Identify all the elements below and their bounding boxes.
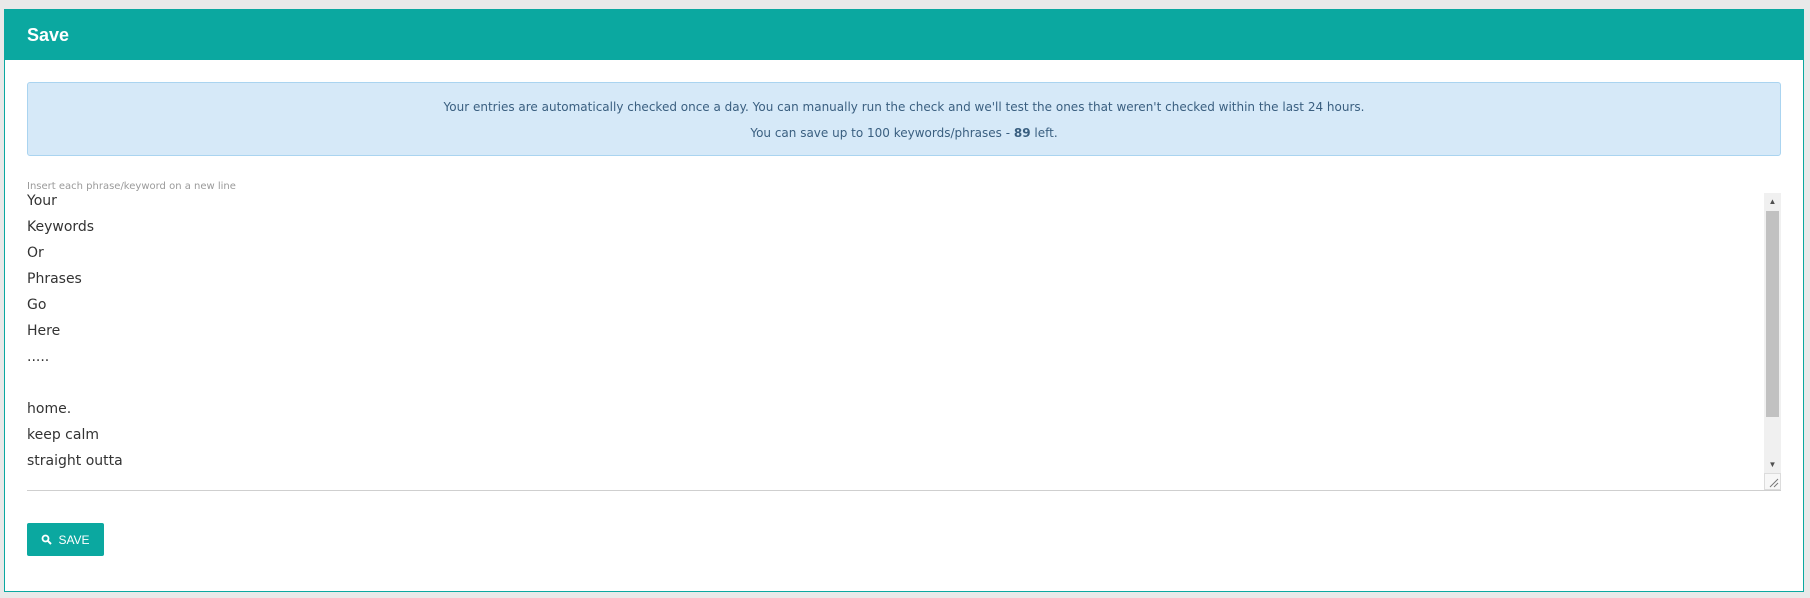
textarea-hint: Insert each phrase/keyword on a new line (27, 181, 236, 192)
panel-title: Save (27, 24, 70, 45)
textarea-line[interactable] (27, 375, 1763, 401)
textarea-line[interactable]: Go (27, 297, 1763, 323)
search-icon (41, 534, 53, 545)
remaining-count: 89 (1013, 126, 1031, 140)
panel-body: Your entries are automatically checked o… (5, 60, 1803, 556)
info-alert: Your entries are automatically checked o… (27, 82, 1781, 156)
save-button[interactable]: SAVE (27, 523, 104, 556)
textarea-line[interactable]: straight outta (27, 453, 1763, 479)
alert-limit-text: You can save up to 100 keywords/phrases … (750, 126, 1014, 140)
scroll-thumb[interactable] (1766, 211, 1779, 417)
textarea-line[interactable]: Your (27, 193, 1763, 219)
resize-grip-icon[interactable] (1764, 473, 1781, 490)
textarea-line[interactable]: keep calm (27, 427, 1763, 453)
alert-line-2: You can save up to 100 keywords/phrases … (28, 126, 1780, 140)
save-panel: Save Your entries are automatically chec… (4, 9, 1804, 592)
scroll-down-icon[interactable]: ▼ (1764, 456, 1781, 473)
keywords-textarea[interactable]: Your Keywords Or Phrases Go Here..... home. kee… (27, 193, 1781, 491)
textarea-line[interactable]: ..... (27, 349, 1763, 375)
scroll-up-icon[interactable]: ▲ (1764, 193, 1781, 210)
textarea-content[interactable]: Your Keywords Or Phrases Go Here..... home. kee… (27, 193, 1763, 490)
textarea-line[interactable]: Here (27, 323, 1763, 349)
textarea-line[interactable]: home. (27, 401, 1763, 427)
panel-header: Save (5, 10, 1803, 60)
textarea-line[interactable]: Phrases (27, 271, 1763, 297)
alert-left-text: left. (1030, 126, 1058, 140)
textarea-scrollbar[interactable]: ▲ ▼ (1764, 193, 1781, 473)
save-button-label: SAVE (58, 532, 90, 547)
textarea-line[interactable]: Keywords (27, 219, 1763, 245)
textarea-line[interactable]: Or (27, 245, 1763, 271)
alert-line-1: Your entries are automatically checked o… (443, 100, 1365, 114)
